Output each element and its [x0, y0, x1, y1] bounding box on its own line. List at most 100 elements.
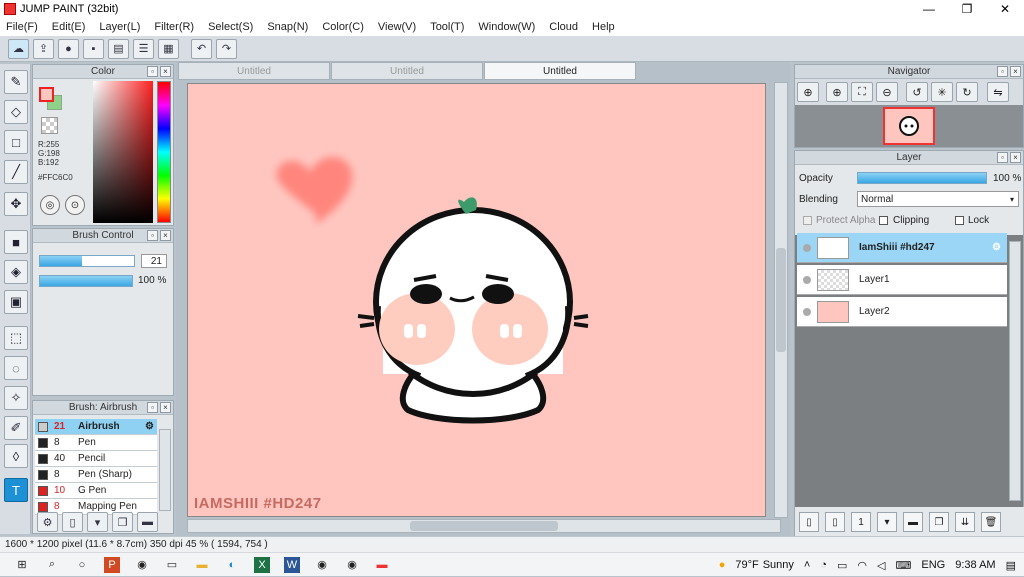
bucket-tool-icon[interactable]: ◈	[4, 260, 28, 284]
brush-item[interactable]: 40 Pencil	[35, 451, 157, 467]
menu-file[interactable]: File(F)	[6, 21, 38, 33]
zoom-in-icon[interactable]: ⊕	[797, 82, 819, 102]
vertical-scroll-thumb[interactable]	[776, 248, 786, 352]
zoom-plus-icon[interactable]: ⊕	[826, 82, 848, 102]
weather-icon[interactable]: ●	[719, 559, 726, 571]
delete-layer-icon[interactable]: 🗑	[981, 512, 1001, 532]
drawing-canvas[interactable]: IAMSHIII #HD247	[187, 83, 766, 517]
minimize-button[interactable]: —	[910, 0, 948, 18]
chrome-icon[interactable]: ◉	[134, 557, 150, 573]
menu-tool[interactable]: Tool(T)	[430, 21, 464, 33]
eyedropper-icon[interactable]: ⊙	[65, 195, 85, 215]
lock-checkbox[interactable]	[955, 216, 964, 225]
flip-icon[interactable]: ⇋	[987, 82, 1009, 102]
monitor-icon[interactable]: ▭	[164, 557, 180, 573]
menu-view[interactable]: View(V)	[378, 21, 416, 33]
tab-untitled-2[interactable]: Untitled	[331, 62, 483, 80]
menu-layer[interactable]: Layer(L)	[99, 21, 140, 33]
navigator-thumbnail[interactable]	[883, 107, 935, 145]
visibility-icon[interactable]	[803, 307, 811, 316]
zoom-out-icon[interactable]: ⊖	[876, 82, 898, 102]
powerpoint-icon[interactable]: P	[104, 556, 120, 573]
layer-opacity-slider[interactable]	[857, 172, 987, 184]
merge-layer-icon[interactable]: ⇊	[955, 512, 975, 532]
new-brush-icon[interactable]: ▯	[62, 512, 83, 532]
rotate-right-icon[interactable]: ↻	[956, 82, 978, 102]
foreground-color-swatch[interactable]	[39, 87, 54, 102]
duplicate-layer-icon[interactable]: ❐	[929, 512, 949, 532]
brush-settings-gear-icon[interactable]: ⚙	[145, 421, 154, 432]
layer-row[interactable]: IamShiii #hd247 ⚙	[797, 233, 1007, 263]
weather-text[interactable]: Sunny	[763, 559, 794, 571]
tab-untitled-1[interactable]: Untitled	[178, 62, 330, 80]
transparent-color-swatch[interactable]	[41, 117, 58, 134]
list-icon[interactable]: ☰	[133, 38, 154, 59]
new-layer-copy-icon[interactable]: ▯	[825, 512, 845, 532]
close-icon[interactable]: ×	[160, 66, 171, 77]
select-pen-tool-icon[interactable]: ✐	[4, 416, 28, 440]
visibility-icon[interactable]	[803, 275, 811, 284]
layer-1bit-icon[interactable]: 1	[851, 512, 871, 532]
magic-wand-tool-icon[interactable]: ✧	[4, 386, 28, 410]
close-icon[interactable]: ×	[1010, 66, 1021, 77]
task-view-icon[interactable]: ○	[74, 557, 90, 573]
menu-help[interactable]: Help	[592, 21, 615, 33]
gradient-tool-icon[interactable]: ▣	[4, 290, 28, 314]
close-icon[interactable]: ×	[1010, 152, 1021, 163]
rect-select-tool-icon[interactable]: ⬚	[4, 326, 28, 350]
line-tool-icon[interactable]: ╱	[4, 160, 28, 184]
visibility-icon[interactable]	[803, 243, 811, 252]
edge-icon[interactable]: ◐	[224, 557, 240, 573]
rectangle-tool-icon[interactable]: □	[4, 130, 28, 154]
horizontal-scrollbar[interactable]	[187, 519, 781, 533]
grid-edit-icon[interactable]: ▦	[158, 38, 179, 59]
cloud-icon[interactable]: ☁	[8, 38, 29, 59]
lasso-tool-icon[interactable]: ◌	[4, 356, 28, 380]
menu-color[interactable]: Color(C)	[322, 21, 364, 33]
battery-icon[interactable]: ▭	[837, 559, 847, 572]
brush-item[interactable]: 8 Pen	[35, 435, 157, 451]
wifi-icon[interactable]: ◠	[857, 559, 867, 572]
select-eraser-tool-icon[interactable]: ◊	[4, 444, 28, 468]
brush-item[interactable]: 8 Pen (Sharp)	[35, 467, 157, 483]
language-indicator[interactable]: ENG	[921, 559, 945, 571]
layer-row[interactable]: Layer1	[797, 265, 1007, 295]
close-button[interactable]: ✕	[986, 0, 1024, 18]
word-icon[interactable]: W	[284, 556, 300, 573]
move-tool-icon[interactable]: ✥	[4, 192, 28, 216]
brush-folder-icon[interactable]: ▬	[137, 512, 158, 532]
copy-brush-icon[interactable]: ❐	[112, 512, 133, 532]
palette-icon[interactable]: ◎	[40, 195, 60, 215]
layer-scrollbar[interactable]	[1009, 241, 1021, 501]
rotate-left-icon[interactable]: ↺	[906, 82, 928, 102]
notification-icon[interactable]: ▤	[1006, 559, 1016, 572]
clock[interactable]: 9:38 AM	[955, 559, 995, 571]
jump-paint-icon[interactable]: ▬	[374, 557, 390, 573]
comment-icon[interactable]: ●	[58, 38, 79, 59]
chrome-icon-3[interactable]: ◉	[344, 557, 360, 573]
layer-menu-icon[interactable]: ▾	[877, 512, 897, 532]
undo-icon[interactable]: ↶	[191, 38, 212, 59]
brush-size-slider[interactable]	[39, 255, 135, 267]
brush-menu-icon[interactable]: ▾	[87, 512, 108, 532]
chrome-icon-2[interactable]: ◉	[314, 557, 330, 573]
vertical-scrollbar[interactable]	[774, 82, 788, 518]
tray-chevron-icon[interactable]: ˄	[804, 559, 810, 571]
reset-rotation-icon[interactable]: ✳	[931, 82, 953, 102]
fit-screen-icon[interactable]: ⛶	[851, 82, 873, 102]
clipping-checkbox[interactable]	[879, 216, 888, 225]
layer-folder-icon[interactable]: ▬	[903, 512, 923, 532]
blending-select[interactable]: Normal ▾	[857, 191, 1019, 207]
menu-snap[interactable]: Snap(N)	[267, 21, 308, 33]
file-explorer-icon[interactable]: ▬	[194, 557, 210, 573]
eraser-tool-icon[interactable]: ◇	[4, 100, 28, 124]
menu-filter[interactable]: Filter(R)	[154, 21, 194, 33]
brush-size-value[interactable]: 21	[141, 254, 167, 268]
brush-list-scrollbar[interactable]	[159, 429, 171, 511]
new-layer-icon[interactable]: ▯	[799, 512, 819, 532]
fill-rect-tool-icon[interactable]: ■	[4, 230, 28, 254]
text-tool-icon[interactable]: T	[4, 478, 28, 502]
brush-settings-icon[interactable]: ⚙	[37, 512, 58, 532]
network-icon[interactable]: ◔	[820, 559, 827, 571]
float-icon[interactable]: ▫	[997, 152, 1008, 163]
